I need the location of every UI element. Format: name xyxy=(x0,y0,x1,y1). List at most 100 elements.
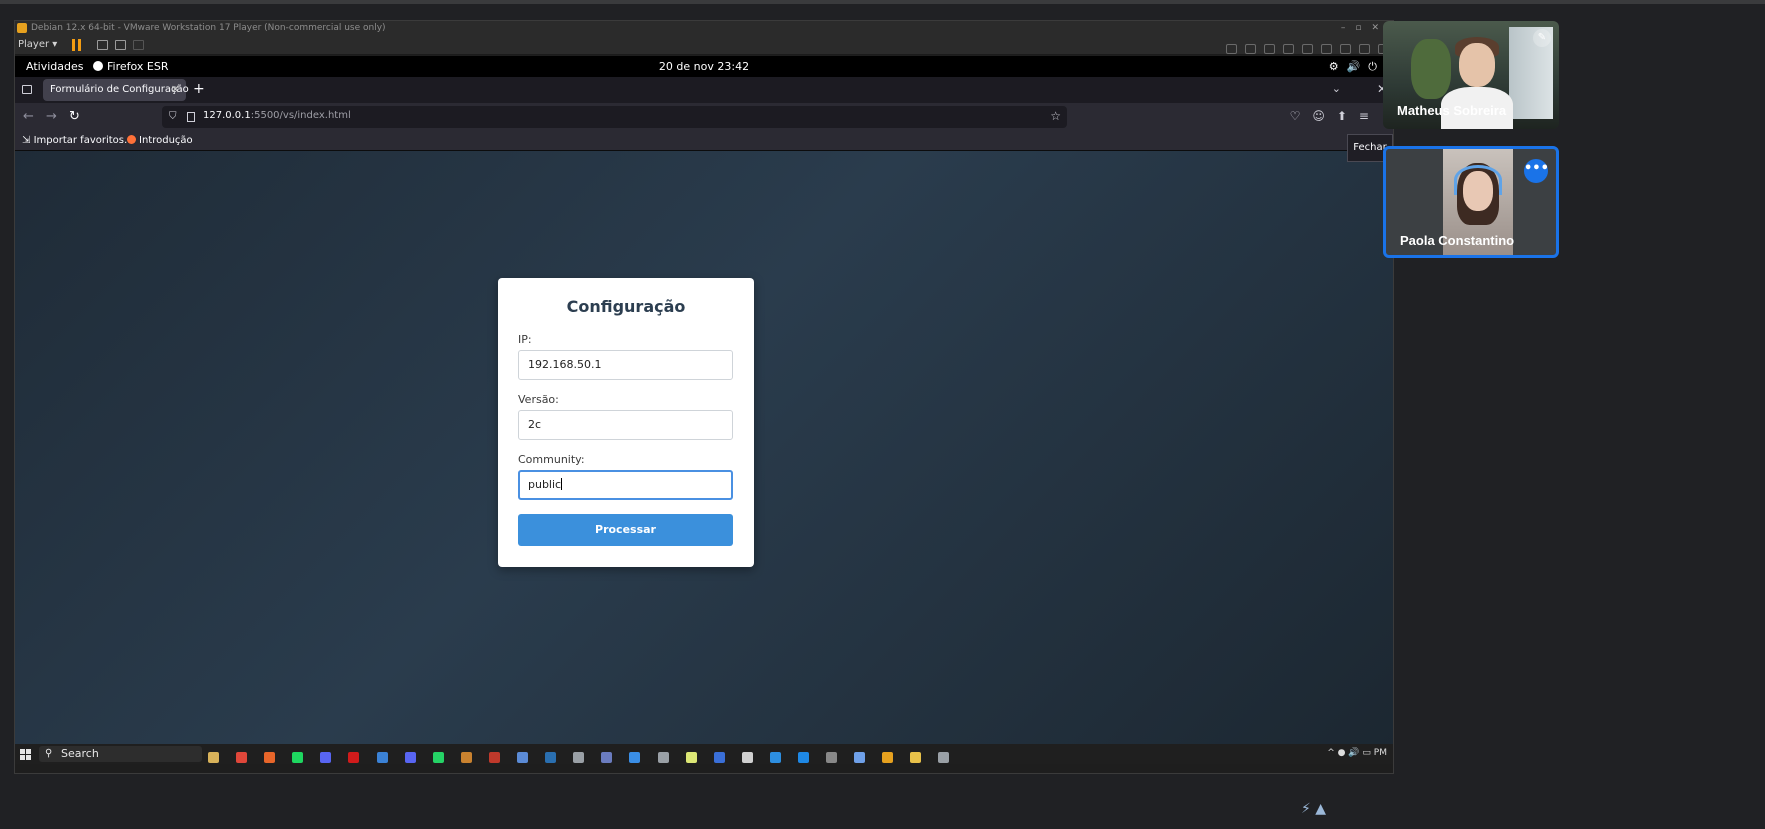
page-icon xyxy=(187,112,195,122)
clock[interactable]: 20 de nov 23:42 xyxy=(15,60,1393,73)
shield-icon[interactable]: ⛉ xyxy=(169,111,177,122)
process-button[interactable]: Processar xyxy=(518,514,733,546)
app-icon[interactable] xyxy=(657,752,669,763)
version-input[interactable]: 2c xyxy=(518,410,733,440)
ip-label: IP: xyxy=(518,333,532,346)
netflix-icon[interactable] xyxy=(348,752,360,763)
bookmark-import[interactable]: ⇲ Importar favoritos… xyxy=(22,135,134,146)
community-input[interactable]: public xyxy=(518,470,733,500)
bookmark-star-icon[interactable]: ☆ xyxy=(1050,109,1061,123)
vmware-title: Debian 12.x 64-bit - VMware Workstation … xyxy=(31,23,386,33)
community-label: Community: xyxy=(518,453,585,466)
search-icon: ⚲ xyxy=(45,748,53,759)
player-menu[interactable]: Player ▾ xyxy=(18,38,57,52)
device-icon[interactable] xyxy=(1340,44,1351,54)
app-icon[interactable] xyxy=(826,752,838,763)
window-controls[interactable]: –▫✕ xyxy=(1341,21,1389,35)
ip-input[interactable]: 192.168.50.1 xyxy=(518,350,733,380)
url-bar[interactable]: ⛉ 127.0.0.1:5500/vs/index.html ☆ xyxy=(162,106,1067,128)
close-tab-icon[interactable]: ✕ xyxy=(171,79,180,101)
reload-icon[interactable]: ↻ xyxy=(69,109,80,124)
vmware-icon[interactable] xyxy=(882,752,894,763)
firefox-icon xyxy=(127,135,136,144)
app-icon[interactable] xyxy=(741,752,753,763)
vmware-toolbar: Player ▾ xyxy=(15,35,1393,55)
app-icon[interactable] xyxy=(460,752,472,763)
participant-name: Matheus Sobreira xyxy=(1397,103,1507,118)
send-ctrl-alt-del-icon[interactable] xyxy=(97,40,108,50)
fullscreen-icon[interactable] xyxy=(115,40,126,50)
notes-icon[interactable] xyxy=(376,752,388,763)
participant-face xyxy=(1459,43,1495,87)
page-content: Configuração IP: 192.168.50.1 Versão: 2c… xyxy=(15,151,1393,817)
version-label: Versão: xyxy=(518,393,559,406)
chevron-down-icon[interactable]: ⌄ xyxy=(1332,82,1341,95)
pin-icon[interactable]: ✎ xyxy=(1533,29,1551,47)
discord-icon[interactable] xyxy=(320,752,332,763)
app-icon[interactable] xyxy=(629,752,641,763)
new-tab-icon[interactable]: + xyxy=(193,81,205,97)
app-icon[interactable] xyxy=(910,752,922,763)
top-strip xyxy=(0,0,1765,4)
app-icon[interactable] xyxy=(769,752,781,763)
whatsapp-icon[interactable] xyxy=(432,752,444,763)
participant-name: Paola Constantino xyxy=(1400,233,1515,248)
vmware-window: Debian 12.x 64-bit - VMware Workstation … xyxy=(14,20,1394,817)
device-icon[interactable] xyxy=(1359,44,1370,54)
settings-icon[interactable] xyxy=(938,752,950,763)
background-plant xyxy=(1411,39,1451,99)
tab-active[interactable]: Formulário de Configuração ✕ xyxy=(43,79,189,101)
unity-icon[interactable] xyxy=(133,40,144,50)
steam-icon[interactable] xyxy=(545,752,557,763)
windows-taskbar: ⚲ Search ^ ● 🔊 ▭ PM xyxy=(15,744,1393,764)
file-explorer-icon[interactable] xyxy=(208,752,219,763)
system-tray[interactable]: ⚙🔊⏻ xyxy=(1329,60,1385,74)
floating-controls[interactable]: ⚡ ▲ xyxy=(1301,801,1367,829)
filezilla-icon[interactable] xyxy=(488,752,500,763)
app-icon[interactable] xyxy=(573,752,585,763)
device-icon[interactable] xyxy=(1226,44,1237,54)
bookmark-intro[interactable]: Introdução xyxy=(127,135,193,146)
device-icon[interactable] xyxy=(1302,44,1313,54)
back-icon[interactable]: ← xyxy=(23,109,34,124)
vmware-titlebar: Debian 12.x 64-bit - VMware Workstation … xyxy=(15,21,1393,35)
app-icon[interactable] xyxy=(685,752,697,763)
forward-icon[interactable]: → xyxy=(46,109,57,124)
taskbar-apps xyxy=(208,748,961,763)
pause-icon[interactable] xyxy=(72,39,82,51)
device-icon[interactable] xyxy=(1321,44,1332,54)
participant-tile[interactable]: ✎ Matheus Sobreira xyxy=(1383,21,1559,129)
brave-icon[interactable] xyxy=(264,752,276,763)
navigation-bar: ← → ↻ ⛉ 127.0.0.1:5500/vs/index.html ☆ ♡… xyxy=(15,103,1393,131)
app-icon[interactable] xyxy=(854,752,866,763)
app-icon[interactable] xyxy=(713,752,725,763)
vmware-logo-icon xyxy=(17,23,27,33)
taskbar-tray[interactable]: ^ ● 🔊 ▭ PM xyxy=(1327,748,1387,758)
device-icon[interactable] xyxy=(1264,44,1275,54)
more-options-icon[interactable]: ••• xyxy=(1524,159,1549,183)
bookmarks-bar: ⇲ Importar favoritos… Introdução xyxy=(15,131,1393,151)
tab-title: Formulário de Configuração xyxy=(50,84,189,95)
spotify-icon[interactable] xyxy=(292,752,304,763)
vscode-icon[interactable] xyxy=(797,752,809,763)
device-icon[interactable] xyxy=(1283,44,1294,54)
chat-icon[interactable] xyxy=(404,752,416,763)
form-title: Configuração xyxy=(566,297,686,316)
participant-tile-active[interactable]: ••• Paola Constantino xyxy=(1383,146,1559,258)
app-icon[interactable] xyxy=(601,752,613,763)
headset-icon xyxy=(1454,165,1502,195)
list-tabs-icon[interactable] xyxy=(22,85,32,94)
screen: Debian 12.x 64-bit - VMware Workstation … xyxy=(0,0,1765,817)
taskbar-search[interactable]: ⚲ Search xyxy=(39,746,202,762)
gnome-topbar: Atividades Firefox ESR 20 de nov 23:42 ⚙… xyxy=(15,56,1393,77)
device-icon[interactable] xyxy=(1245,44,1256,54)
tab-strip: Formulário de Configuração ✕ + ⌄ ✕ xyxy=(15,77,1393,103)
text-caret xyxy=(561,478,563,490)
url-text[interactable]: 127.0.0.1:5500/vs/index.html xyxy=(203,110,351,121)
device-icons xyxy=(1218,39,1389,54)
config-form: Configuração IP: 192.168.50.1 Versão: 2c… xyxy=(498,278,754,567)
toolbar-icons[interactable]: ♡☺⬆≡ xyxy=(1290,109,1381,123)
windows-start-icon[interactable] xyxy=(20,749,31,760)
app-icon[interactable] xyxy=(517,752,529,763)
chrome-icon[interactable] xyxy=(236,752,248,763)
